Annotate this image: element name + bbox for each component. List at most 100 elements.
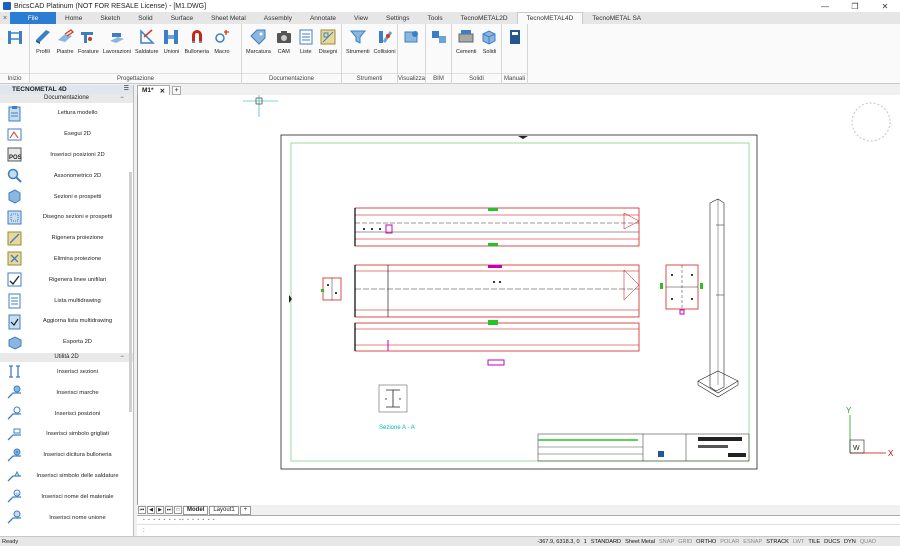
- tab-solid[interactable]: Solid: [129, 12, 161, 24]
- view-icon: [404, 31, 418, 43]
- tab-tecnometal-sa[interactable]: TecnoMETAL SA: [583, 12, 650, 24]
- panel-item-disegno-sezioni[interactable]: Disegno sezioni e prospetti: [0, 207, 133, 228]
- prev-layout-icon[interactable]: ◀: [147, 506, 155, 514]
- minimize-icon[interactable]: —: [810, 0, 840, 12]
- text-style[interactable]: STANDARD: [591, 539, 621, 545]
- layout-list-icon[interactable]: □: [174, 506, 182, 514]
- bim-button[interactable]: [428, 28, 450, 73]
- panel-menu-icon[interactable]: ☰: [124, 85, 129, 94]
- toggle-tile[interactable]: TILE: [808, 539, 820, 545]
- visualizza-button[interactable]: [401, 28, 423, 73]
- toggle-esnap[interactable]: ESNAP: [743, 539, 762, 545]
- panel-item-nome-unione[interactable]: Inserisci nome unione: [0, 507, 133, 528]
- panel-item-esegui-2d[interactable]: Esegui 2D: [0, 124, 133, 145]
- panel-item-assonometrico-2d[interactable]: Assonometrico 2D: [0, 165, 133, 186]
- panel-item-simbolo-grigliati[interactable]: Inserisci simbolo grigliati: [0, 424, 133, 445]
- liste-button[interactable]: Liste: [295, 28, 317, 73]
- material-label-icon: M: [7, 489, 21, 503]
- group-label-inizio: Inizio: [0, 73, 29, 84]
- strumenti-button[interactable]: Strumenti: [344, 28, 372, 73]
- drawing-canvas[interactable]: Sezione A - A Y X W: [137, 95, 900, 505]
- inizio-button[interactable]: [4, 28, 26, 73]
- panel-item-inserisci-marche[interactable]: Inserisci marche: [0, 382, 133, 403]
- panel-item-aggiorna-lista[interactable]: Aggiorna lista multidrawing: [0, 311, 133, 332]
- panel-item-esporta-2d[interactable]: Esporta 2D: [0, 332, 133, 353]
- tab-layout1[interactable]: Layout1: [209, 505, 239, 515]
- collisioni-button[interactable]: Collisioni: [372, 28, 398, 73]
- next-layout-icon[interactable]: ▶: [156, 506, 164, 514]
- panel-item-rigenera-proiezione[interactable]: Rigenera proiezione: [0, 228, 133, 249]
- tab-m1-drawing[interactable]: M1* ✕: [137, 85, 171, 95]
- cementi-button[interactable]: Cementi: [454, 28, 478, 73]
- cam-button[interactable]: CAM: [273, 28, 295, 73]
- last-layout-icon[interactable]: ⏭: [165, 506, 173, 514]
- tab-annotate[interactable]: Annotate: [301, 12, 345, 24]
- toggle-snap[interactable]: SNAP: [659, 539, 674, 545]
- panel-item-lista-multidrawing[interactable]: Lista multidrawing: [0, 290, 133, 311]
- toggle-grid[interactable]: GRID: [678, 539, 692, 545]
- add-layout-button[interactable]: +: [239, 505, 252, 515]
- toggle-ducs[interactable]: DUCS: [824, 539, 840, 545]
- toggle-lwt[interactable]: LWT: [793, 539, 804, 545]
- section-utilita-2d[interactable]: Utilità 2D −: [0, 352, 133, 362]
- toggle-ortho[interactable]: ORTHO: [696, 539, 716, 545]
- panel-scrollbar[interactable]: [129, 172, 132, 412]
- close-ribbon-icon[interactable]: ×: [0, 12, 10, 24]
- lavorazioni-button[interactable]: Lavorazioni: [101, 28, 133, 73]
- panel-item-inserisci-posizioni[interactable]: Inserisci posizioni: [0, 403, 133, 424]
- tab-tecnometal4d[interactable]: TecnoMETAL4D: [516, 12, 584, 24]
- piastre-button[interactable]: Piastre: [54, 28, 76, 73]
- group-bim: BIM: [426, 24, 452, 84]
- panel-item-dicitura-bulloneria[interactable]: Inserisci dicitura bulloneria: [0, 445, 133, 466]
- profili-button[interactable]: Profili: [32, 28, 54, 73]
- collapse-icon[interactable]: −: [117, 94, 127, 103]
- bulloneria-button[interactable]: Bulloneria: [182, 28, 210, 73]
- coordinates-readout[interactable]: -367.9, 6318.3, 0: [537, 539, 579, 545]
- saldature-button[interactable]: Saldature: [133, 28, 161, 73]
- tab-file[interactable]: File: [10, 12, 56, 24]
- panel-item-sezioni-prospetti[interactable]: Sezioni e prospetti: [0, 186, 133, 207]
- tab-settings[interactable]: Settings: [377, 12, 419, 24]
- tab-surface[interactable]: Surface: [162, 12, 202, 24]
- new-tab-button[interactable]: +: [172, 85, 182, 95]
- marcatura-button[interactable]: Marcatura: [244, 28, 273, 73]
- macro-button[interactable]: Macro: [211, 28, 233, 73]
- solidi-button[interactable]: Solidi: [478, 28, 500, 73]
- first-layout-icon[interactable]: ⏮: [138, 506, 146, 514]
- view-compass[interactable]: [851, 102, 891, 142]
- funnel-icon: [349, 30, 366, 44]
- panel-item-simbolo-saldature[interactable]: Inserisci simbolo delle saldature: [0, 466, 133, 487]
- unioni-button[interactable]: Unioni: [160, 28, 182, 73]
- document-tab-bar: M1* ✕ +: [137, 85, 900, 95]
- tab-sketch[interactable]: Sketch: [91, 12, 129, 24]
- annotation-scale[interactable]: 1: [584, 539, 587, 545]
- tab-view[interactable]: View: [345, 12, 377, 24]
- panel-item-elimina-proiezione[interactable]: Elimina proiezione: [0, 249, 133, 270]
- toggle-dyn[interactable]: DYN: [844, 539, 856, 545]
- disegni-button[interactable]: Disegni: [317, 28, 339, 73]
- toggle-polar[interactable]: POLAR: [720, 539, 739, 545]
- panel-item-nome-materiale[interactable]: M Inserisci nome del materiale: [0, 486, 133, 507]
- tab-home[interactable]: Home: [56, 12, 91, 24]
- collapse-icon[interactable]: −: [117, 353, 127, 362]
- tab-sheet-metal[interactable]: Sheet Metal: [202, 12, 255, 24]
- panel-item-inserisci-posizioni-2d[interactable]: POS Inserisci posizioni 2D: [0, 145, 133, 166]
- panel-item-lettura-modello[interactable]: Lettura modello: [0, 103, 133, 124]
- close-tab-icon[interactable]: ✕: [160, 87, 165, 95]
- panel-item-rigenera-linee[interactable]: Rigenera linee unifilari: [0, 269, 133, 290]
- tab-assembly[interactable]: Assembly: [255, 12, 301, 24]
- tab-tecnometal2d[interactable]: TecnoMETAL2D: [452, 12, 517, 24]
- restore-icon[interactable]: ❐: [840, 0, 870, 12]
- forature-button[interactable]: Forature: [76, 28, 101, 73]
- manuali-button[interactable]: [504, 28, 526, 73]
- section-documentazione[interactable]: Documentazione −: [0, 94, 133, 103]
- svg-text:M: M: [16, 491, 19, 496]
- workspace[interactable]: Sheet Metal: [625, 539, 655, 545]
- toggle-quad[interactable]: QUAD: [860, 539, 876, 545]
- toggle-strack[interactable]: STRACK: [766, 539, 789, 545]
- tab-model[interactable]: Model: [183, 505, 209, 515]
- close-icon[interactable]: ✕: [870, 0, 900, 12]
- panel-item-inserisci-sezioni[interactable]: Inserisci sezioni: [0, 362, 133, 383]
- command-input[interactable]: :: [137, 524, 900, 536]
- tab-tools[interactable]: Tools: [418, 12, 451, 24]
